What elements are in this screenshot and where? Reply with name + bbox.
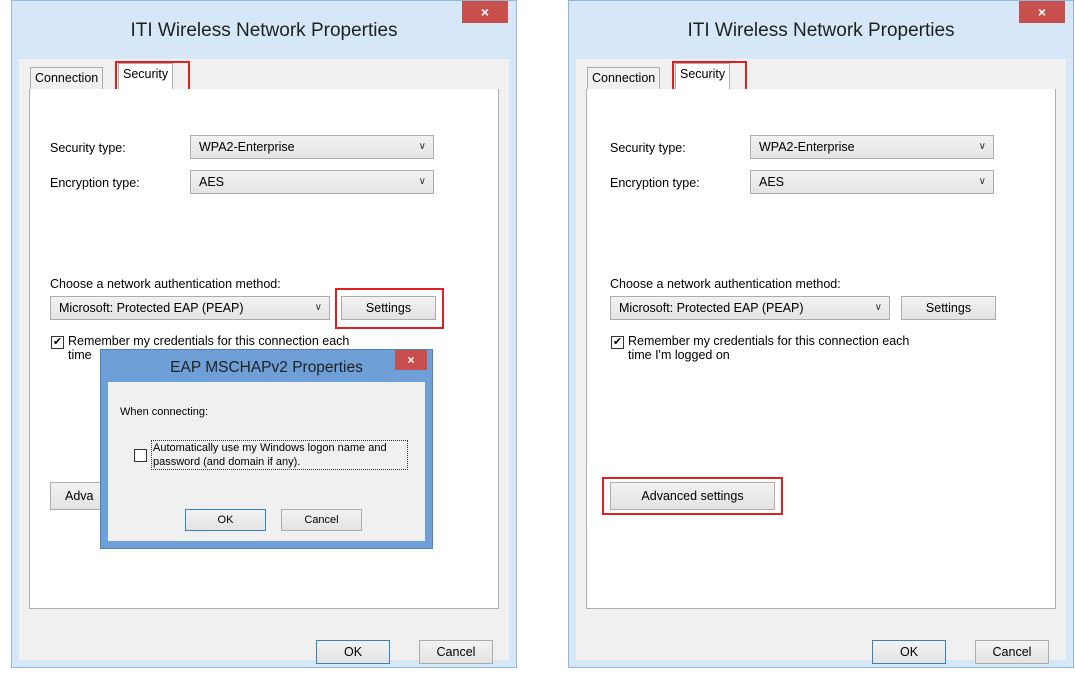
security-type-value: WPA2-Enterprise bbox=[759, 140, 855, 154]
tab-connection[interactable]: Connection bbox=[587, 67, 661, 90]
chevron-down-icon: ∨ bbox=[978, 141, 986, 152]
close-icon: × bbox=[480, 4, 490, 20]
settings-button[interactable]: Settings bbox=[901, 296, 996, 320]
security-type-label: Security type: bbox=[610, 141, 686, 155]
advanced-settings-label: Adva bbox=[65, 489, 94, 503]
auth-method-label: Choose a network authentication method: bbox=[50, 277, 281, 291]
window-title: ITI Wireless Network Properties bbox=[130, 20, 398, 41]
security-type-select[interactable]: WPA2-Enterprise ∨ bbox=[750, 135, 994, 159]
window-title: ITI Wireless Network Properties bbox=[687, 20, 955, 41]
remember-credentials-label: Remember my credentials for this connect… bbox=[628, 334, 910, 348]
dialog-cancel-button[interactable]: Cancel bbox=[281, 509, 362, 531]
auth-method-value: Microsoft: Protected EAP (PEAP) bbox=[619, 301, 804, 315]
auth-method-select[interactable]: Microsoft: Protected EAP (PEAP) ∨ bbox=[610, 296, 890, 320]
auto-logon-label: Automatically use my Windows logon name … bbox=[153, 442, 387, 454]
close-icon: × bbox=[407, 353, 415, 367]
dialog-ok-button[interactable]: OK bbox=[185, 509, 266, 531]
ok-button[interactable]: OK bbox=[316, 640, 390, 664]
remember-credentials-checkbox[interactable]: ✔ bbox=[611, 336, 624, 349]
auth-method-select[interactable]: Microsoft: Protected EAP (PEAP) ∨ bbox=[50, 296, 330, 320]
encryption-type-label: Encryption type: bbox=[50, 176, 140, 190]
cancel-button[interactable]: Cancel bbox=[975, 640, 1049, 664]
chevron-down-icon: ∨ bbox=[418, 176, 426, 187]
title-bar[interactable]: ITI Wireless Network Properties × bbox=[12, 1, 516, 59]
chevron-down-icon: ∨ bbox=[314, 302, 322, 313]
remember-credentials-checkbox[interactable]: ✔ bbox=[51, 336, 64, 349]
auto-logon-checkbox[interactable] bbox=[134, 449, 147, 462]
when-connecting-label: When connecting: bbox=[120, 406, 209, 418]
dialog-close-button[interactable]: × bbox=[395, 350, 427, 370]
close-icon: × bbox=[1037, 4, 1047, 20]
eap-mschapv2-dialog: EAP MSCHAPv2 Properties × When connectin… bbox=[100, 349, 433, 549]
security-type-select[interactable]: WPA2-Enterprise ∨ bbox=[190, 135, 434, 159]
advanced-settings-highlight bbox=[602, 477, 783, 515]
tab-connection[interactable]: Connection bbox=[30, 67, 104, 90]
auth-method-label: Choose a network authentication method: bbox=[610, 277, 841, 291]
checkmark-icon: ✔ bbox=[612, 336, 623, 348]
chevron-down-icon: ∨ bbox=[418, 141, 426, 152]
encryption-type-value: AES bbox=[199, 175, 225, 189]
window-client: Connection Security Security type: WPA2-… bbox=[576, 59, 1066, 664]
encryption-type-value: AES bbox=[759, 175, 785, 189]
title-bar[interactable]: ITI Wireless Network Properties × bbox=[569, 1, 1073, 59]
encryption-type-select[interactable]: AES ∨ bbox=[190, 170, 434, 194]
remember-credentials-label: Remember my credentials for this connect… bbox=[68, 334, 350, 348]
ok-button[interactable]: OK bbox=[872, 640, 946, 664]
chevron-down-icon: ∨ bbox=[874, 302, 882, 313]
auto-logon-label-2: password (and domain if any). bbox=[153, 456, 301, 468]
security-type-label: Security type: bbox=[50, 141, 126, 155]
close-button[interactable]: × bbox=[1019, 1, 1065, 23]
remember-credentials-label-2: time bbox=[68, 348, 92, 362]
cancel-button[interactable]: Cancel bbox=[419, 640, 493, 664]
dialog-title: EAP MSCHAPv2 Properties bbox=[170, 359, 363, 376]
checkmark-icon: ✔ bbox=[52, 336, 63, 348]
security-panel: Security type: WPA2-Enterprise ∨ Encrypt… bbox=[586, 89, 1056, 609]
settings-highlight bbox=[335, 288, 444, 329]
auth-method-value: Microsoft: Protected EAP (PEAP) bbox=[59, 301, 244, 315]
chevron-down-icon: ∨ bbox=[978, 176, 986, 187]
close-button[interactable]: × bbox=[462, 1, 508, 23]
left-properties-window: ITI Wireless Network Properties × Connec… bbox=[11, 0, 517, 668]
dialog-body: When connecting: Automatically use my Wi… bbox=[108, 382, 425, 541]
encryption-type-select[interactable]: AES ∨ bbox=[750, 170, 994, 194]
remember-credentials-label-2: time I'm logged on bbox=[628, 348, 730, 362]
encryption-type-label: Encryption type: bbox=[610, 176, 700, 190]
right-properties-window: ITI Wireless Network Properties × Connec… bbox=[568, 0, 1074, 668]
security-type-value: WPA2-Enterprise bbox=[199, 140, 295, 154]
